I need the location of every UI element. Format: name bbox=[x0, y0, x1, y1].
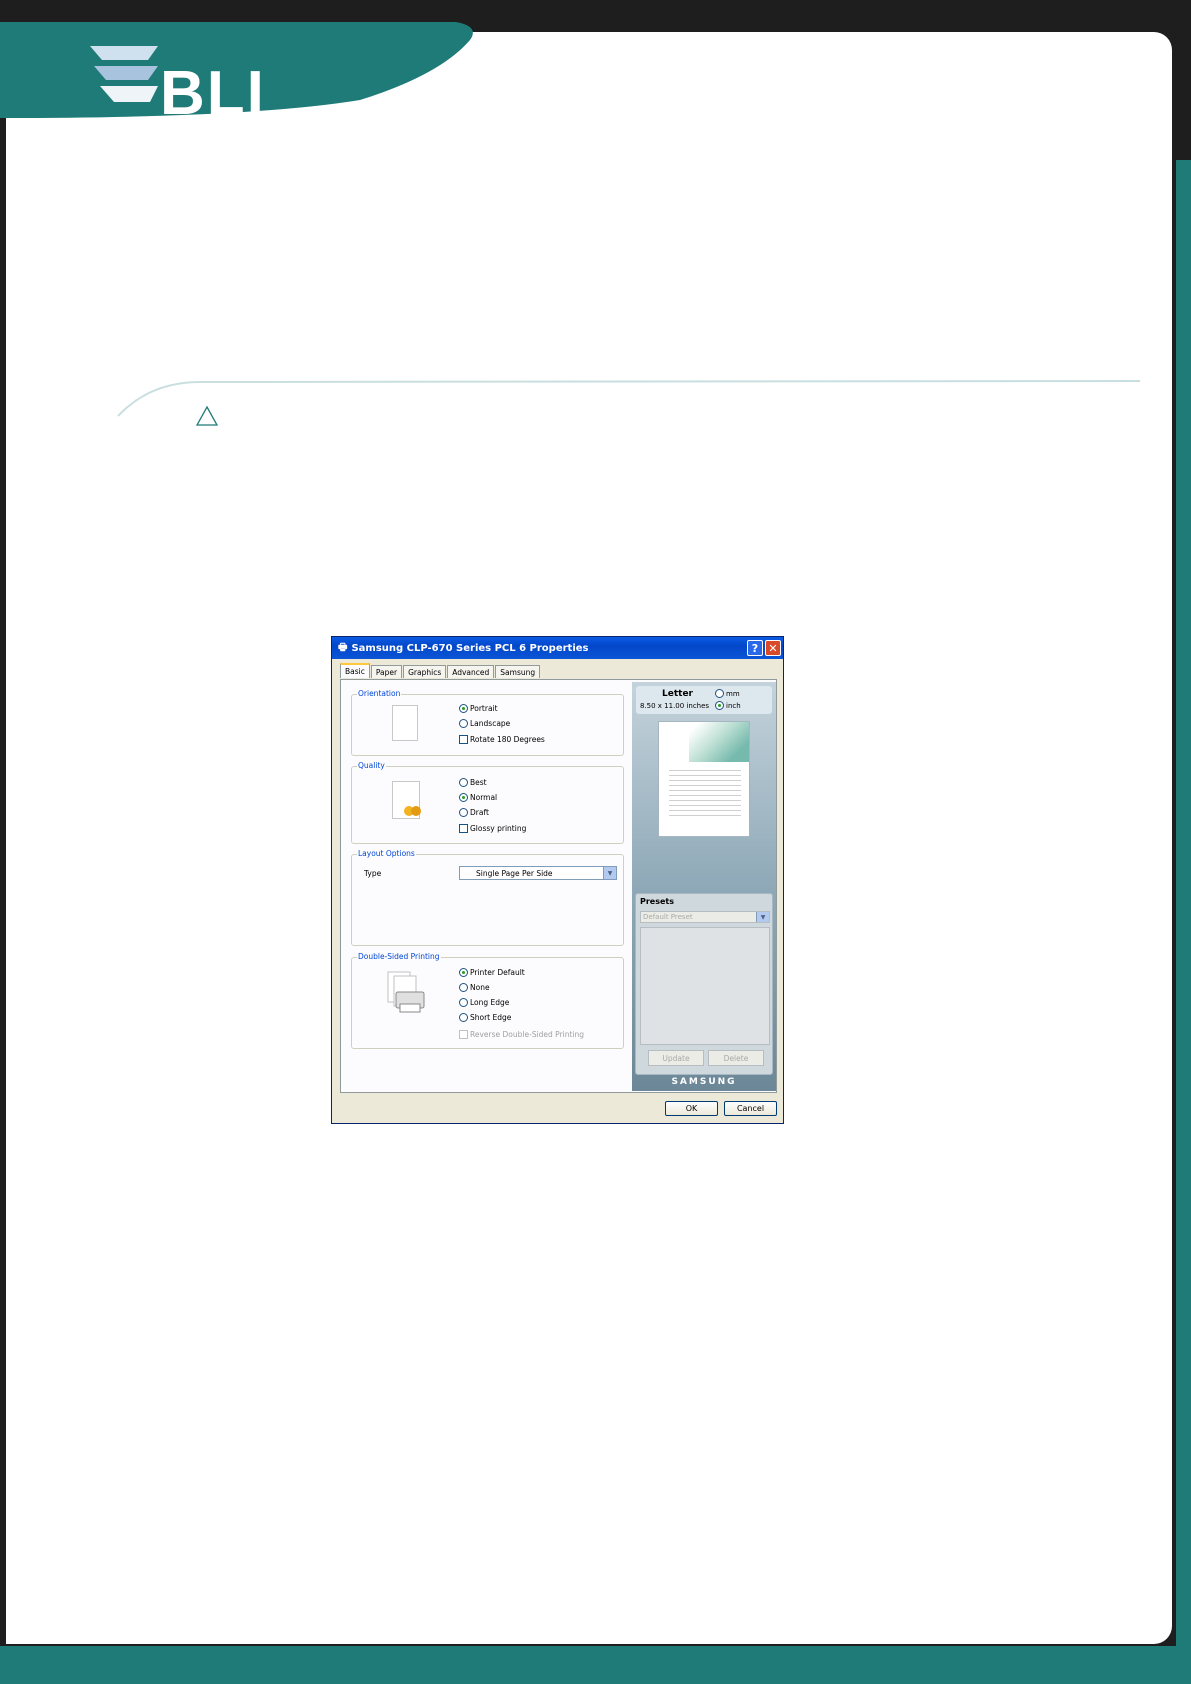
tab-paper[interactable]: Paper bbox=[370, 665, 403, 678]
mm-option[interactable]: mm bbox=[715, 689, 740, 698]
inch-option[interactable]: inch bbox=[715, 701, 741, 710]
portrait-label: Portrait bbox=[470, 704, 498, 713]
short-edge-label: Short Edge bbox=[470, 1013, 512, 1022]
inch-label: inch bbox=[726, 701, 741, 710]
printer-duplex-icon bbox=[387, 971, 425, 1013]
printer-default-label: Printer Default bbox=[470, 968, 525, 977]
portrait-option[interactable]: Portrait bbox=[459, 704, 498, 713]
glossy-checkbox[interactable] bbox=[459, 824, 468, 833]
landscape-radio[interactable] bbox=[459, 719, 468, 728]
landscape-option[interactable]: Landscape bbox=[459, 719, 510, 728]
rotate-label: Rotate 180 Degrees bbox=[470, 735, 545, 744]
layout-type-value: Single Page Per Side bbox=[476, 868, 553, 878]
normal-option[interactable]: Normal bbox=[459, 793, 497, 802]
duplex-label: Double-Sided Printing bbox=[357, 952, 441, 961]
delete-button[interactable]: Delete bbox=[708, 1050, 764, 1066]
short-edge-option[interactable]: Short Edge bbox=[459, 1013, 511, 1022]
reverse-duplex-option[interactable]: Reverse Double-Sided Printing bbox=[459, 1030, 584, 1039]
rotate-option[interactable]: Rotate 180 Degrees bbox=[459, 735, 545, 744]
preview-pane: Letter 8.50 x 11.00 inches mm inch Prese… bbox=[632, 682, 776, 1091]
dialog-titlebar: 🖶 Samsung CLP-670 Series PCL 6 Propertie… bbox=[332, 637, 783, 659]
chevron-down-icon[interactable]: ▼ bbox=[603, 867, 616, 879]
quality-label: Quality bbox=[357, 761, 386, 770]
preview-text-lines bbox=[669, 770, 741, 820]
glossy-option[interactable]: Glossy printing bbox=[459, 824, 526, 833]
preset-select[interactable]: Default Preset ▼ bbox=[640, 911, 770, 923]
best-label: Best bbox=[470, 778, 487, 787]
printer-default-option[interactable]: Printer Default bbox=[459, 968, 525, 977]
quality-group: Quality Best Normal Draft Glossy printin… bbox=[351, 761, 624, 844]
chevron-down-icon[interactable]: ▼ bbox=[756, 912, 769, 922]
short-edge-radio[interactable] bbox=[459, 1013, 468, 1022]
duplex-group: Double-Sided Printing Printer Default No… bbox=[351, 952, 624, 1049]
draft-option[interactable]: Draft bbox=[459, 808, 489, 817]
rotate-checkbox[interactable] bbox=[459, 735, 468, 744]
reverse-duplex-checkbox[interactable] bbox=[459, 1030, 468, 1039]
none-option[interactable]: None bbox=[459, 983, 490, 992]
paper-name: Letter bbox=[662, 689, 693, 699]
portrait-page-icon bbox=[392, 705, 418, 741]
printer-default-radio[interactable] bbox=[459, 968, 468, 977]
normal-radio[interactable] bbox=[459, 793, 468, 802]
warning-triangle-icon bbox=[196, 406, 218, 426]
help-button[interactable]: ? bbox=[747, 640, 763, 656]
normal-label: Normal bbox=[470, 793, 498, 802]
cancel-button[interactable]: Cancel bbox=[724, 1101, 777, 1116]
mm-radio[interactable] bbox=[715, 689, 724, 698]
long-edge-label: Long Edge bbox=[470, 998, 510, 1007]
printer-properties-dialog: 🖶 Samsung CLP-670 Series PCL 6 Propertie… bbox=[331, 636, 784, 1124]
mm-label: mm bbox=[726, 689, 740, 698]
presets-label: Presets bbox=[640, 897, 675, 906]
glossy-label: Glossy printing bbox=[470, 824, 527, 833]
draft-label: Draft bbox=[470, 808, 489, 817]
page: BLI 🖶 Samsung CLP-670 Series PCL 6 Prope… bbox=[0, 0, 1191, 1684]
reverse-duplex-label: Reverse Double-Sided Printing bbox=[470, 1030, 585, 1039]
draft-radio[interactable] bbox=[459, 808, 468, 817]
tab-basic[interactable]: Basic bbox=[340, 663, 370, 678]
page-preview bbox=[658, 721, 750, 837]
layout-label: Layout Options bbox=[357, 849, 416, 858]
dialog-title: Samsung CLP-670 Series PCL 6 Properties bbox=[351, 642, 589, 654]
landscape-label: Landscape bbox=[470, 719, 511, 728]
tab-graphics[interactable]: Graphics bbox=[403, 665, 447, 678]
layout-group: Layout Options Type Single Page Per Side… bbox=[351, 849, 624, 946]
tab-samsung[interactable]: Samsung bbox=[495, 665, 541, 678]
preview-swoosh bbox=[689, 722, 749, 762]
layout-type-select[interactable]: Single Page Per Side ▼ bbox=[459, 866, 617, 880]
none-radio[interactable] bbox=[459, 983, 468, 992]
preset-value: Default Preset bbox=[643, 913, 693, 921]
paper-dimensions: 8.50 x 11.00 inches bbox=[640, 702, 710, 710]
layout-type-label: Type bbox=[364, 869, 382, 878]
printer-icon: 🖶 bbox=[338, 641, 348, 653]
logo-text: BLI bbox=[160, 59, 266, 128]
tab-advanced[interactable]: Advanced bbox=[447, 665, 495, 678]
portrait-radio[interactable] bbox=[459, 704, 468, 713]
basic-panel: Orientation Portrait Landscape Rotate 18… bbox=[340, 679, 777, 1093]
tab-bar: Basic Paper Graphics Advanced Samsung bbox=[340, 663, 541, 678]
close-button[interactable]: ✕ bbox=[765, 640, 781, 656]
none-label: None bbox=[470, 983, 490, 992]
quality-color-icon bbox=[404, 806, 421, 816]
inch-radio[interactable] bbox=[715, 701, 724, 710]
long-edge-radio[interactable] bbox=[459, 998, 468, 1007]
preset-list[interactable] bbox=[640, 927, 770, 1045]
orientation-label: Orientation bbox=[357, 689, 402, 698]
paper-size-box: Letter 8.50 x 11.00 inches mm inch bbox=[636, 686, 772, 714]
bli-logo: BLI bbox=[0, 18, 480, 128]
update-button[interactable]: Update bbox=[648, 1050, 704, 1066]
long-edge-option[interactable]: Long Edge bbox=[459, 998, 509, 1007]
samsung-brand: SAMSUNG bbox=[671, 1077, 737, 1087]
best-radio[interactable] bbox=[459, 778, 468, 787]
presets-box: Presets Default Preset ▼ Update Delete bbox=[635, 893, 773, 1075]
best-option[interactable]: Best bbox=[459, 778, 487, 787]
ok-button[interactable]: OK bbox=[665, 1101, 718, 1116]
logo-swoosh-icon bbox=[90, 46, 158, 102]
orientation-group: Orientation Portrait Landscape Rotate 18… bbox=[351, 689, 624, 756]
